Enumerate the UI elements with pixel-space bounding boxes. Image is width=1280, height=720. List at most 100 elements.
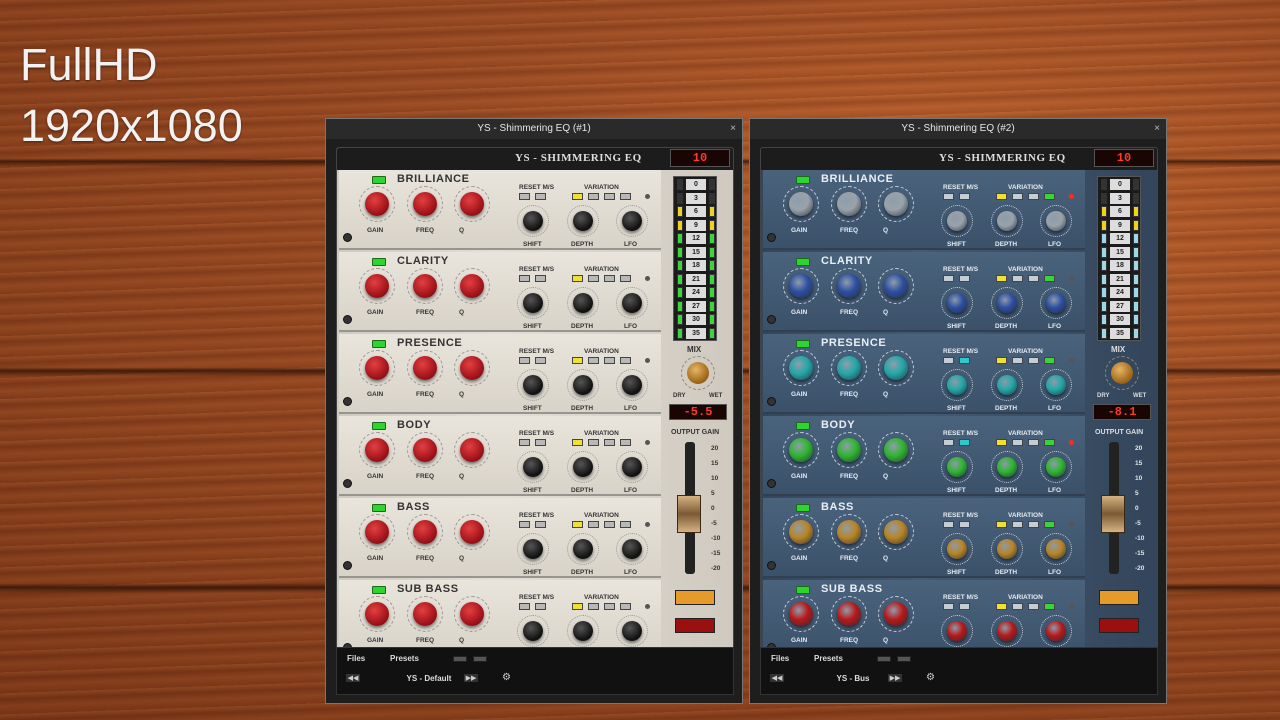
variation-button-3[interactable] [1028,357,1039,364]
variation-button-2[interactable] [588,521,599,528]
depth-knob[interactable] [567,205,599,237]
freq-knob[interactable] [831,432,867,468]
band-enable-led[interactable] [372,586,386,594]
q-knob[interactable] [454,350,490,386]
variation-button-4[interactable] [1044,193,1055,200]
variation-button-1[interactable] [572,521,583,528]
variation-button-1[interactable] [996,521,1007,528]
variation-button-4[interactable] [1044,275,1055,282]
lfo-knob[interactable] [1040,205,1072,237]
q-knob[interactable] [878,350,914,386]
shift-knob[interactable] [517,615,549,647]
variation-button-2[interactable] [588,439,599,446]
plugin-window-1[interactable]: YS - Shimmering EQ (#1) × YS - SHIMMERING… [325,118,743,704]
lfo-knob[interactable] [1040,615,1072,647]
gain-knob[interactable] [783,350,819,386]
variation-button-3[interactable] [604,603,615,610]
variation-button-3[interactable] [604,275,615,282]
variation-button-1[interactable] [572,439,583,446]
shift-knob[interactable] [517,369,549,401]
lfo-knob[interactable] [616,205,648,237]
depth-knob[interactable] [991,451,1023,483]
band-enable-led[interactable] [372,340,386,348]
freq-knob[interactable] [407,514,443,550]
reset-button[interactable] [519,439,530,446]
band-enable-led[interactable] [372,504,386,512]
ms-button[interactable] [535,521,546,528]
variation-button-4[interactable] [1044,603,1055,610]
band-solo-button[interactable] [767,315,776,324]
bypass-button[interactable] [1099,618,1139,633]
ms-button[interactable] [959,357,970,364]
output-gain-fader-handle[interactable] [677,495,701,533]
variation-button-4[interactable] [1044,357,1055,364]
gain-knob[interactable] [359,186,395,222]
q-knob[interactable] [454,268,490,304]
shift-knob[interactable] [941,451,973,483]
depth-knob[interactable] [567,369,599,401]
ms-button[interactable] [959,193,970,200]
prev-preset-icon[interactable]: ◀◀ [769,673,785,683]
shift-knob[interactable] [941,615,973,647]
band-enable-led[interactable] [372,258,386,266]
variation-button-2[interactable] [588,275,599,282]
variation-button-1[interactable] [996,193,1007,200]
variation-button-3[interactable] [604,521,615,528]
variation-button-4[interactable] [1044,439,1055,446]
ms-button[interactable] [959,603,970,610]
variation-button-1[interactable] [572,357,583,364]
band-solo-button[interactable] [343,397,352,406]
depth-knob[interactable] [567,533,599,565]
reset-button[interactable] [519,603,530,610]
variation-button-2[interactable] [588,357,599,364]
variation-button-1[interactable] [572,275,583,282]
variation-button-4[interactable] [620,193,631,200]
output-value-display[interactable]: -5.5 [669,404,727,420]
q-knob[interactable] [454,596,490,632]
shift-knob[interactable] [941,205,973,237]
q-knob[interactable] [878,514,914,550]
presets-menu[interactable]: Presets [814,654,843,663]
close-icon[interactable]: × [730,119,736,139]
band-solo-button[interactable] [767,233,776,242]
lfo-knob[interactable] [616,451,648,483]
close-icon[interactable]: × [1154,119,1160,139]
band-enable-led[interactable] [372,422,386,430]
reset-button[interactable] [943,193,954,200]
band-enable-led[interactable] [372,176,386,184]
next-preset-icon[interactable]: ▶▶ [887,673,903,683]
freq-knob[interactable] [407,268,443,304]
files-menu[interactable]: Files [771,654,789,663]
variation-button-2[interactable] [1012,275,1023,282]
variation-button-1[interactable] [572,603,583,610]
lfo-knob[interactable] [1040,451,1072,483]
ms-button[interactable] [535,193,546,200]
gain-knob[interactable] [359,350,395,386]
shift-knob[interactable] [517,451,549,483]
band-solo-button[interactable] [767,479,776,488]
reset-button[interactable] [943,275,954,282]
lfo-knob[interactable] [616,369,648,401]
freq-knob[interactable] [831,350,867,386]
gain-knob[interactable] [783,432,819,468]
variation-button-4[interactable] [620,357,631,364]
q-knob[interactable] [454,514,490,550]
variation-button-3[interactable] [604,439,615,446]
freq-knob[interactable] [407,596,443,632]
top-value-display[interactable]: 10 [670,149,730,167]
gain-knob[interactable] [783,186,819,222]
depth-knob[interactable] [991,369,1023,401]
variation-button-3[interactable] [1028,521,1039,528]
window-titlebar[interactable]: YS - Shimmering EQ (#2) × [750,119,1166,139]
shift-knob[interactable] [517,287,549,319]
gear-icon[interactable]: ⚙ [926,672,935,683]
variation-button-1[interactable] [996,275,1007,282]
freq-knob[interactable] [407,186,443,222]
ms-button[interactable] [535,275,546,282]
band-enable-led[interactable] [796,176,810,184]
freq-knob[interactable] [831,596,867,632]
variation-button-4[interactable] [620,439,631,446]
q-knob[interactable] [454,186,490,222]
shift-knob[interactable] [941,533,973,565]
ms-button[interactable] [959,275,970,282]
